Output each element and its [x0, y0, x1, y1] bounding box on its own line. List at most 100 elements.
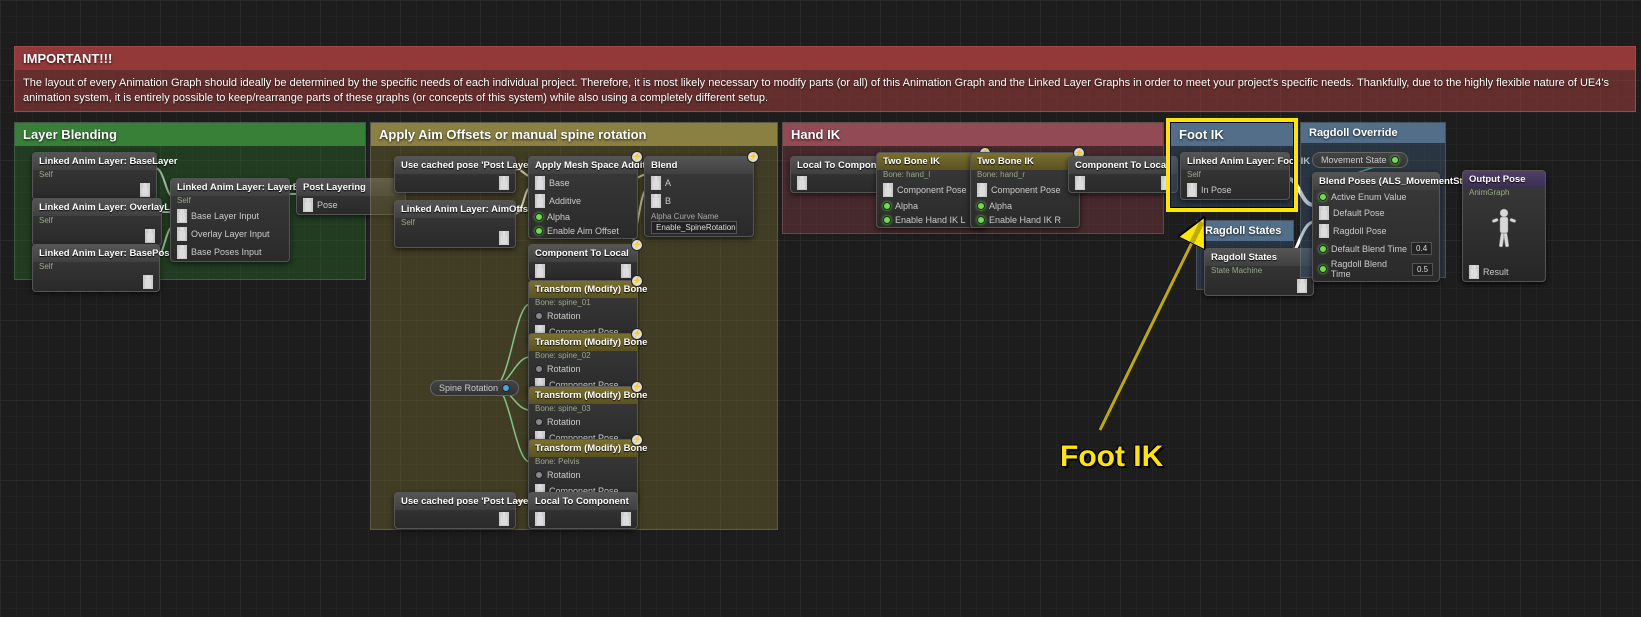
fastpath-badge-icon: ⚡: [631, 328, 643, 340]
value-box[interactable]: Enable_SpineRotation: [651, 221, 737, 234]
node-sub: State Machine: [1205, 266, 1313, 277]
section-foot-ik-title: Foot IK: [1171, 123, 1293, 146]
node-title: Linked Anim Layer: LayerBlending: [171, 179, 289, 196]
annotation-label: Foot IK: [1060, 440, 1163, 474]
pose-pin-icon: [1075, 176, 1085, 190]
pose-pin-icon: [535, 176, 545, 190]
node-sub: Self: [33, 216, 161, 227]
pose-pin-icon: [535, 512, 545, 526]
pose-pin-icon: [535, 194, 545, 208]
node-title: Use cached pose 'Post Layering': [395, 493, 515, 510]
pin-label: Enable Aim Offset: [547, 226, 619, 236]
node-title: Linked Anim Layer: BaseLayer: [33, 153, 156, 170]
node-cached-pose-post-layering-1[interactable]: Use cached pose 'Post Layering': [394, 156, 516, 193]
variable-movement-state[interactable]: Movement State: [1312, 152, 1408, 168]
node-two-bone-ik-right[interactable]: ⚡ Two Bone IK Bone: hand_r Component Pos…: [970, 152, 1080, 228]
node-component-to-local-1[interactable]: ⚡ Component To Local: [528, 244, 638, 281]
pin-label: Base Layer Input: [191, 211, 259, 221]
node-sub: Bone: spine_01: [529, 298, 637, 309]
node-blend[interactable]: ⚡ Blend A B Alpha Curve Name Enable_Spin…: [644, 156, 754, 237]
pose-pin-icon: [177, 245, 187, 259]
node-title: Local To Component: [529, 493, 637, 510]
node-title: Blend Poses (ALS_MovementState): [1313, 173, 1439, 190]
pose-pin-icon: [797, 176, 807, 190]
node-sub: Self: [33, 170, 156, 181]
node-linked-anim-layer-baselayer[interactable]: Linked Anim Layer: BaseLayer Self: [32, 152, 157, 200]
section-ragdoll-states-title: Ragdoll States: [1197, 221, 1293, 241]
pose-pin-icon: [977, 183, 987, 197]
float-pin-icon: [535, 213, 543, 221]
pin-label: Ragdoll Blend Time: [1331, 259, 1408, 279]
pin-label: Enable Hand IK L: [895, 215, 966, 225]
pin-label: Rotation: [547, 364, 581, 374]
node-linked-anim-layer-layerblending[interactable]: Linked Anim Layer: LayerBlending Self Ba…: [170, 178, 290, 262]
pose-pin-icon: [143, 275, 153, 289]
fastpath-badge-icon: ⚡: [631, 275, 643, 287]
comment-important-body: The layout of every Animation Graph shou…: [15, 70, 1635, 112]
node-title: Component To Local: [529, 245, 637, 262]
node-ragdoll-states[interactable]: Ragdoll States State Machine: [1204, 248, 1314, 296]
variable-spine-rotation[interactable]: Spine Rotation: [430, 380, 519, 396]
float-pin-icon: [535, 227, 543, 235]
node-title: Two Bone IK: [877, 153, 985, 170]
node-apply-mesh-space-additive[interactable]: ⚡ Apply Mesh Space Additive Base Additiv…: [528, 156, 638, 239]
node-sub: Bone: hand_l: [877, 170, 985, 181]
node-title: Component To Local: [1069, 157, 1177, 174]
pin-label: B: [665, 196, 671, 206]
node-sub: Self: [171, 196, 289, 207]
node-blend-poses-movementstate[interactable]: Blend Poses (ALS_MovementState) Active E…: [1312, 172, 1440, 282]
pose-pin-icon: [1187, 183, 1197, 197]
float-pin-icon: [883, 202, 891, 210]
pose-pin-icon: [499, 176, 509, 190]
pin-icon: [535, 312, 543, 320]
node-output-pose[interactable]: Output Pose AnimGraph Result: [1462, 170, 1546, 282]
pose-pin-icon: [535, 264, 545, 278]
node-title: Transform (Modify) Bone: [529, 334, 637, 351]
pin-label: Alpha: [989, 201, 1012, 211]
float-pin-icon: [977, 216, 985, 224]
fastpath-badge-icon: ⚡: [631, 151, 643, 163]
pose-pin-icon: [651, 194, 661, 208]
fastpath-badge-icon: ⚡: [631, 381, 643, 393]
node-linked-anim-layer-aimoffset[interactable]: Linked Anim Layer: AimOffsetBehaviors Se…: [394, 200, 516, 248]
pose-pin-icon: [1469, 265, 1479, 279]
pin-label: Alpha: [547, 212, 570, 222]
pin-label: Pose: [317, 200, 338, 210]
node-local-to-component-1[interactable]: Local To Component: [528, 492, 638, 529]
float-pin-icon: [977, 202, 985, 210]
mannequin-icon: [1480, 205, 1528, 261]
pin-label: Base: [549, 178, 570, 188]
pose-pin-icon: [1297, 279, 1307, 293]
value-box[interactable]: 0.5: [1412, 263, 1433, 276]
node-cached-pose-post-layering-2[interactable]: Use cached pose 'Post Layering': [394, 492, 516, 529]
fastpath-badge-icon: ⚡: [631, 239, 643, 251]
pin-icon: [535, 471, 543, 479]
node-component-to-local-hand[interactable]: Component To Local: [1068, 156, 1178, 193]
pin-label: In Pose: [1201, 185, 1232, 195]
pose-pin-icon: [145, 229, 155, 243]
pin-label: Component Pose: [991, 185, 1061, 195]
comment-important[interactable]: IMPORTANT!!! The layout of every Animati…: [14, 46, 1636, 112]
pose-pin-icon: [177, 209, 187, 223]
pose-pin-icon: [303, 198, 313, 212]
node-linked-anim-layer-overlay[interactable]: Linked Anim Layer: OverlayLayer Self: [32, 198, 162, 246]
pin-label: Active Enum Value: [1331, 192, 1406, 202]
pin-label: Default Blend Time: [1331, 244, 1407, 254]
node-sub: Bone: hand_r: [971, 170, 1079, 181]
node-title: Blend: [645, 157, 753, 174]
variable-label: Movement State: [1321, 155, 1387, 165]
node-title: Linked Anim Layer: Foot IK: [1181, 153, 1289, 170]
pin-label: Additive: [549, 196, 581, 206]
node-title: Output Pose: [1463, 171, 1545, 188]
pin-label: Rotation: [547, 311, 581, 321]
struct-pin-icon: [502, 384, 510, 392]
node-sub: Bone: Pelvis: [529, 457, 637, 468]
node-linked-anim-layer-baseposes[interactable]: Linked Anim Layer: BasePoses Self: [32, 244, 160, 292]
pin-label: Overlay Layer Input: [191, 229, 270, 239]
node-title: Linked Anim Layer: BasePoses: [33, 245, 159, 262]
value-box[interactable]: 0.4: [1411, 242, 1432, 255]
node-linked-anim-layer-footik[interactable]: Linked Anim Layer: Foot IK Self In Pose: [1180, 152, 1290, 200]
section-ragdoll-override-title: Ragdoll Override: [1301, 123, 1445, 143]
pin-label: Rotation: [547, 470, 581, 480]
pin-label: Rotation: [547, 417, 581, 427]
